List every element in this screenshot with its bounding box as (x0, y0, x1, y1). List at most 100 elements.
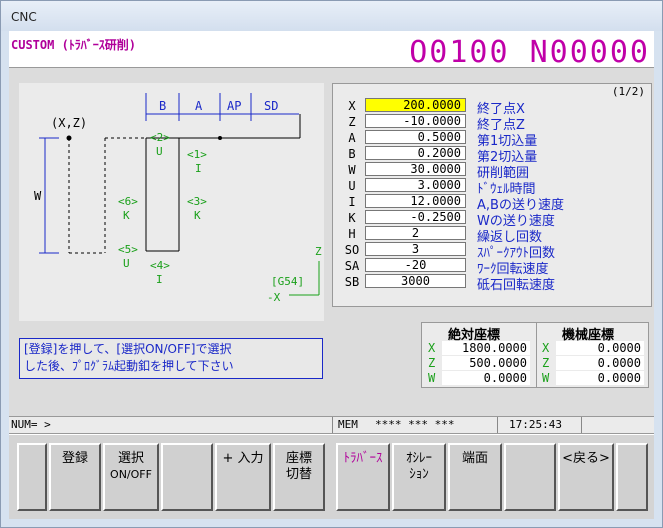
program-number: O0100 N00000 (409, 35, 650, 70)
label-p3: <3> (187, 195, 207, 208)
param-value-field[interactable]: 0.5000 (365, 130, 466, 144)
param-row: SO 3 ｽﾊﾟｰｸｱｳﾄ回数 (333, 242, 651, 261)
param-value-field[interactable]: -0.2500 (365, 210, 466, 224)
param-description: 砥石回転速度 (477, 278, 556, 293)
message-line-1: [登録]を押して、[選択ON/OFF]で選択 (24, 342, 232, 356)
select-label-1: 選択 (117, 451, 144, 466)
param-value-field[interactable]: 3 (365, 242, 466, 256)
mach-axis-label: W (542, 371, 550, 385)
label-x-axis: -X (267, 291, 281, 304)
input-label: + 入力 (222, 451, 264, 466)
param-value-field[interactable]: 0.2000 (365, 146, 466, 160)
coord-label-1: 座標 (285, 451, 312, 466)
param-row: K -0.2500 Wの送り速度 (333, 210, 651, 229)
param-label: K (348, 211, 356, 225)
back-label: <戻る> (562, 451, 610, 466)
status-time: 17:25:43 (509, 418, 562, 431)
param-row: SA -20 ﾜｰｸ回転速度 (333, 258, 651, 277)
label-ap: AP (227, 99, 241, 113)
softkey-blank-1[interactable] (161, 443, 213, 511)
input-button[interactable]: + 入力 (215, 443, 271, 511)
param-value-field[interactable]: 3.0000 (365, 178, 466, 192)
status-divider (581, 417, 582, 433)
param-row: B 0.2000 第2切込量 (333, 146, 651, 165)
parameter-table: (1/2) X 200.0000 終了点X Z -10.0000 終了点Z A 0.5000 第… (332, 83, 652, 307)
param-row: Z -10.0000 終了点Z (333, 114, 651, 133)
traverse-label: ﾄﾗﾊﾞｰｽ (343, 451, 383, 466)
status-divider (332, 417, 333, 433)
mach-axis-label: X (542, 341, 550, 355)
register-label: 登録 (61, 451, 88, 466)
label-p1-axis: I (195, 162, 202, 175)
main-area: B A AP SD W (X,Z) <2> U <1> I <6> K <3> … (9, 68, 654, 416)
param-value-field[interactable]: -20 (365, 258, 466, 272)
param-value-field[interactable]: 200.0000 (365, 98, 466, 112)
num-input-line[interactable]: NUM= > (11, 418, 51, 431)
param-value-field[interactable]: 2 (365, 226, 466, 240)
coord-row: Z 500.0000 Z 0.0000 (422, 356, 648, 370)
back-button[interactable]: <戻る> (558, 443, 614, 511)
abs-axis-label: X (428, 341, 436, 355)
label-sd: SD (264, 99, 278, 113)
status-mode: MEM (338, 418, 358, 431)
screen-header: CUSTOM (ﾄﾗﾊﾞｰｽ研削) O0100 N00000 (9, 31, 654, 70)
oscillation-button[interactable]: ｵｼﾚｰ ｼｮﾝ (392, 443, 446, 511)
face-button[interactable]: 端面 (448, 443, 502, 511)
status-bar: NUM= > MEM **** *** *** 17:25:43 (9, 416, 654, 434)
traverse-diagram-svg: B A AP SD W (X,Z) <2> U <1> I <6> K <3> … (34, 93, 322, 304)
coord-row: X 1800.0000 X 0.0000 (422, 341, 648, 355)
oscillation-label-2: ｼｮﾝ (409, 467, 429, 482)
param-label: SA (344, 259, 360, 273)
param-value-field[interactable]: 3000 (365, 274, 466, 288)
cnc-window: CNC CUSTOM (ﾄﾗﾊﾞｰｽ研削) O0100 N00000 B A A… (0, 0, 663, 528)
param-value-field[interactable]: 30.0000 (365, 162, 466, 176)
label-z-axis: Z (315, 245, 322, 258)
param-row: U 3.0000 ﾄﾞｳｪﾙ時間 (333, 178, 651, 197)
param-label: A (348, 131, 356, 145)
softkey-right-arrow[interactable] (616, 443, 648, 511)
param-value-field[interactable]: 12.0000 (365, 194, 466, 208)
param-label: X (348, 99, 356, 113)
label-a: A (195, 99, 203, 113)
param-label: SO (344, 243, 360, 257)
title-bar: CNC (1, 1, 662, 31)
label-p4: <4> (150, 259, 170, 272)
label-p2-axis: U (156, 145, 163, 158)
param-row: H 2 繰返し回数 (333, 226, 651, 245)
traverse-button[interactable]: ﾄﾗﾊﾞｰｽ (336, 443, 390, 511)
abs-coord-value: 0.0000 (442, 371, 530, 385)
param-label: B (348, 147, 356, 161)
select-onoff-button[interactable]: 選択 ON/OFF (103, 443, 159, 511)
coord-row: W 0.0000 W 0.0000 (422, 371, 648, 385)
traverse-diagram: B A AP SD W (X,Z) <2> U <1> I <6> K <3> … (19, 83, 324, 321)
label-p6: <6> (118, 195, 138, 208)
label-p3-axis: K (194, 209, 201, 222)
mach-axis-label: Z (542, 356, 550, 370)
label-p6-axis: K (123, 209, 130, 222)
face-label: 端面 (461, 451, 488, 466)
cnc-screen: CUSTOM (ﾄﾗﾊﾞｰｽ研削) O0100 N00000 B A AP SD… (9, 31, 654, 519)
param-row: W 30.0000 研削範囲 (333, 162, 651, 181)
coordinate-panel: 絶対座標 機械座標 X 1800.0000 X 0.0000 Z 500.0000 Z 0.0… (421, 322, 649, 388)
register-button[interactable]: 登録 (49, 443, 101, 511)
coord-switch-button[interactable]: 座標 切替 (273, 443, 325, 511)
mach-coord-value: 0.0000 (556, 356, 644, 370)
param-label: H (348, 227, 356, 241)
softkey-blank-2[interactable] (504, 443, 556, 511)
point-marker (218, 136, 222, 140)
label-w: W (34, 189, 42, 203)
param-value-field[interactable]: -10.0000 (365, 114, 466, 128)
param-row: X 200.0000 終了点X (333, 98, 651, 117)
label-g54: [G54] (271, 275, 304, 288)
coord-label-2: 切替 (285, 467, 312, 482)
param-row: SB 3000 砥石回転速度 (333, 274, 651, 293)
param-row: A 0.5000 第1切込量 (333, 130, 651, 149)
softkey-left-arrow[interactable] (17, 443, 47, 511)
label-p5-axis: U (123, 257, 130, 270)
abs-coord-value: 1800.0000 (442, 341, 530, 355)
label-p1: <1> (187, 148, 207, 161)
abs-axis-label: W (428, 371, 436, 385)
abs-axis-label: Z (428, 356, 436, 370)
param-label: SB (344, 275, 360, 289)
param-label: I (348, 195, 356, 209)
